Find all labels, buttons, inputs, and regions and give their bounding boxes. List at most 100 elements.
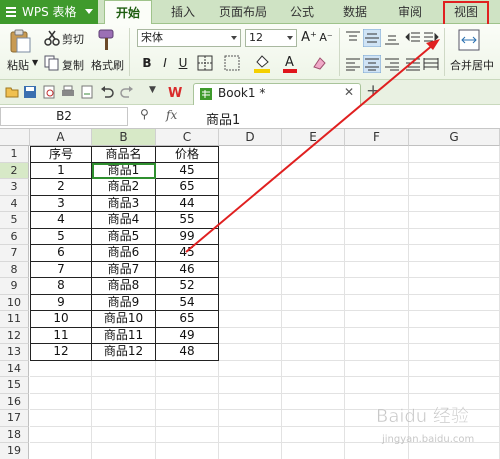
cell-D13[interactable]	[219, 344, 282, 361]
cell-E9[interactable]	[282, 278, 345, 295]
formula-input[interactable]: 商品1	[206, 109, 240, 128]
cell-C14[interactable]	[156, 360, 219, 377]
merge-center-icon[interactable]	[458, 29, 480, 51]
cell-D14[interactable]	[219, 360, 282, 377]
open-folder-icon[interactable]	[5, 85, 19, 99]
cell-C3[interactable]: 65	[156, 179, 219, 196]
cell-B19[interactable]	[92, 443, 156, 459]
cell-E17[interactable]	[282, 410, 345, 427]
cell-C12[interactable]: 49	[156, 327, 219, 344]
cell-F2[interactable]	[345, 162, 409, 179]
cell-F9[interactable]	[345, 278, 409, 295]
name-box[interactable]: B2	[0, 107, 128, 126]
column-header-B[interactable]: B	[92, 129, 156, 146]
column-header-C[interactable]: C	[156, 129, 219, 146]
increase-indent-icon[interactable]	[423, 31, 439, 45]
cell-G15[interactable]	[409, 377, 500, 394]
font-size-select[interactable]: 12	[245, 29, 297, 47]
row-header-3[interactable]: 3	[0, 179, 29, 196]
cell-C9[interactable]: 52	[156, 278, 219, 295]
column-header-E[interactable]: E	[282, 129, 345, 146]
row-header-18[interactable]: 18	[0, 426, 29, 443]
cell-E13[interactable]	[282, 344, 345, 361]
paste-button[interactable]	[8, 28, 32, 54]
cell-E6[interactable]	[282, 228, 345, 245]
cell-A11[interactable]: 10	[30, 311, 92, 328]
cell-B17[interactable]	[92, 410, 156, 427]
italic-button[interactable]: I	[157, 55, 173, 71]
cell-D10[interactable]	[219, 294, 282, 311]
cell-D1[interactable]	[219, 146, 282, 163]
tab-page-layout[interactable]: 页面布局	[212, 0, 274, 24]
cell-C6[interactable]: 99	[156, 228, 219, 245]
row-header-15[interactable]: 15	[0, 377, 29, 394]
cell-E7[interactable]	[282, 245, 345, 262]
undo-icon[interactable]	[100, 85, 114, 99]
cell-G9[interactable]	[409, 278, 500, 295]
cell-F6[interactable]	[345, 228, 409, 245]
cell-E16[interactable]	[282, 393, 345, 410]
cell-B15[interactable]	[92, 377, 156, 394]
row-header-16[interactable]: 16	[0, 393, 29, 410]
cell-F11[interactable]	[345, 311, 409, 328]
cell-E11[interactable]	[282, 311, 345, 328]
cell-E3[interactable]	[282, 179, 345, 196]
cell-C11[interactable]: 65	[156, 311, 219, 328]
row-header-8[interactable]: 8	[0, 261, 29, 278]
cell-D18[interactable]	[219, 426, 282, 443]
align-top-icon[interactable]	[345, 31, 361, 45]
select-all-corner[interactable]	[0, 129, 30, 146]
cell-C18[interactable]	[156, 426, 219, 443]
cell-A5[interactable]: 4	[30, 212, 92, 229]
cell-D3[interactable]	[219, 179, 282, 196]
cell-E18[interactable]	[282, 426, 345, 443]
cell-G3[interactable]	[409, 179, 500, 196]
merge-center-button[interactable]: 合并居中	[450, 57, 494, 73]
borders-icon[interactable]	[197, 55, 213, 71]
align-left-icon[interactable]	[345, 57, 361, 71]
clear-format-icon[interactable]	[311, 55, 327, 71]
font-color-icon[interactable]: A	[282, 53, 298, 73]
cell-G11[interactable]	[409, 311, 500, 328]
align-bottom-icon[interactable]	[384, 31, 400, 45]
cell-F4[interactable]	[345, 195, 409, 212]
cell-G7[interactable]	[409, 245, 500, 262]
cell-B14[interactable]	[92, 360, 156, 377]
cell-C17[interactable]	[156, 410, 219, 427]
cell-B1[interactable]: 商品名	[92, 146, 156, 163]
bold-button[interactable]: B	[139, 55, 155, 71]
tab-insert[interactable]: 插入	[161, 0, 205, 24]
cell-G10[interactable]	[409, 294, 500, 311]
cell-D17[interactable]	[219, 410, 282, 427]
cell-A18[interactable]	[30, 426, 92, 443]
row-header-17[interactable]: 17	[0, 410, 29, 427]
cell-E4[interactable]	[282, 195, 345, 212]
cell-A8[interactable]: 7	[30, 261, 92, 278]
cell-F1[interactable]	[345, 146, 409, 163]
cell-C1[interactable]: 价格	[156, 146, 219, 163]
cell-B8[interactable]: 商品7	[92, 261, 156, 278]
cell-F8[interactable]	[345, 261, 409, 278]
cell-G5[interactable]	[409, 212, 500, 229]
format-painter-button[interactable]: 格式刷	[91, 57, 124, 73]
cell-F3[interactable]	[345, 179, 409, 196]
column-header-G[interactable]: G	[409, 129, 500, 146]
save-icon[interactable]	[23, 85, 37, 99]
tab-formulas[interactable]: 公式	[280, 0, 324, 24]
cell-E5[interactable]	[282, 212, 345, 229]
cell-D7[interactable]	[219, 245, 282, 262]
cell-E14[interactable]	[282, 360, 345, 377]
cell-G1[interactable]	[409, 146, 500, 163]
cell-D16[interactable]	[219, 393, 282, 410]
zoom-icon[interactable]: ⚲	[140, 107, 149, 121]
row-header-2[interactable]: 2	[0, 162, 29, 179]
cell-A6[interactable]: 5	[30, 228, 92, 245]
cell-B6[interactable]: 商品5	[92, 228, 156, 245]
cell-E19[interactable]	[282, 443, 345, 459]
cell-F14[interactable]	[345, 360, 409, 377]
cell-C10[interactable]: 54	[156, 294, 219, 311]
cell-A15[interactable]	[30, 377, 92, 394]
row-header-12[interactable]: 12	[0, 327, 29, 344]
cell-E8[interactable]	[282, 261, 345, 278]
cell-F7[interactable]	[345, 245, 409, 262]
